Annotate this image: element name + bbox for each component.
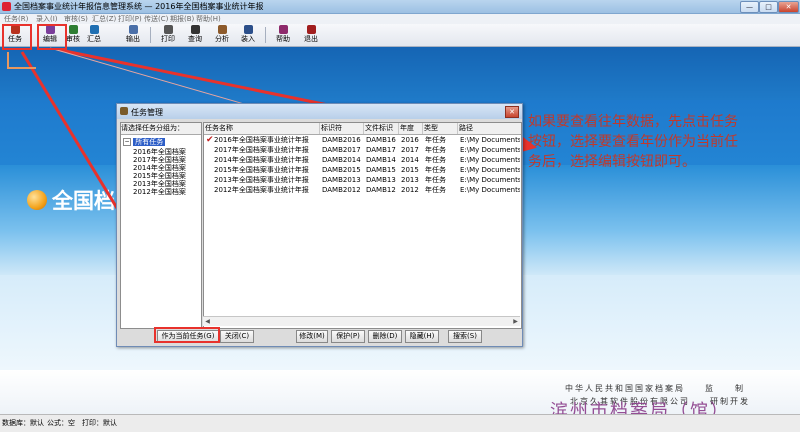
table-row[interactable]: 2015年全国档案事业统计年报 DAMB2015 DAMB15 2015 年任务…: [204, 166, 521, 175]
cell-year: 2013: [401, 176, 419, 184]
hide-button[interactable]: 隐藏(H): [405, 330, 439, 343]
cell-task-name: 2015年全国档案事业统计年报: [214, 166, 309, 174]
cell-path: E:\My Documents\全: [460, 136, 520, 144]
cell-type: 年任务: [425, 166, 446, 174]
dialog-icon: [120, 107, 128, 115]
task-manager-dialog: 任务管理 ✕ 请选择任务分组为： − 所有任务 2016年全国档案 2017年全…: [116, 103, 523, 347]
collapse-icon[interactable]: −: [123, 138, 131, 146]
cell-task-name: 2013年全国档案事业统计年报: [214, 176, 309, 184]
column-task-name[interactable]: 任务名称: [204, 123, 320, 134]
cell-task-name: 2012年全国档案事业统计年报: [214, 186, 309, 194]
task-button-highlight: [2, 24, 32, 50]
cell-file-id: DAMB16: [366, 136, 396, 144]
task-table: 任务名称 标识符 文件标识 年度 类型 路径 ✔ 2016年全国档案事业统计年报…: [203, 122, 522, 329]
scroll-right-icon[interactable]: ▶: [511, 317, 520, 326]
cell-path: E:\My Documents\全: [460, 166, 520, 174]
horizontal-scrollbar[interactable]: ◀ ▶: [203, 316, 520, 326]
guide-line: [49, 47, 259, 109]
cell-task-name: 2016年全国档案事业统计年报: [214, 136, 309, 144]
tree-root-label[interactable]: 所有任务: [133, 138, 166, 146]
cell-path: E:\My Documents\全: [460, 186, 520, 194]
cell-identifier: DAMB2013: [322, 176, 361, 184]
cell-type: 年任务: [425, 136, 446, 144]
modify-button[interactable]: 修改(M): [296, 330, 328, 343]
cell-path: E:\My Documents\全: [460, 146, 520, 154]
table-row[interactable]: 2014年全国档案事业统计年报 DAMB2014 DAMB14 2014 年任务…: [204, 156, 521, 165]
tree-header: 请选择任务分组为：: [121, 123, 201, 135]
column-identifier[interactable]: 标识符: [320, 123, 364, 134]
table-row[interactable]: 2017年全国档案事业统计年报 DAMB2017 DAMB17 2017 年任务…: [204, 146, 521, 155]
cell-file-id: DAMB14: [366, 156, 396, 164]
column-path[interactable]: 路径: [458, 123, 521, 134]
cell-identifier: DAMB2014: [322, 156, 361, 164]
cell-file-id: DAMB12: [366, 186, 396, 194]
dialog-title: 任务管理: [131, 108, 163, 117]
table-row[interactable]: ✔ 2016年全国档案事业统计年报 DAMB2016 DAMB16 2016 年…: [204, 136, 521, 145]
column-type[interactable]: 类型: [423, 123, 458, 134]
cell-type: 年任务: [425, 176, 446, 184]
cell-year: 2015: [401, 166, 419, 174]
table-row[interactable]: 2012年全国档案事业统计年报 DAMB2012 DAMB12 2012 年任务…: [204, 186, 521, 195]
cell-year: 2017: [401, 146, 419, 154]
cell-identifier: DAMB2012: [322, 186, 361, 194]
scroll-left-icon[interactable]: ◀: [203, 317, 212, 326]
table-row[interactable]: 2013年全国档案事业统计年报 DAMB2013 DAMB13 2013 年任务…: [204, 176, 521, 185]
close-dialog-button[interactable]: 关闭(C): [220, 330, 254, 343]
cell-path: E:\My Documents\全: [460, 156, 520, 164]
cell-file-id: DAMB15: [366, 166, 396, 174]
task-group-tree: 请选择任务分组为： − 所有任务 2016年全国档案 2017年全国档案 201…: [120, 122, 202, 329]
table-header: 任务名称 标识符 文件标识 年度 类型 路径: [204, 123, 521, 135]
edit-button-highlight: [37, 24, 67, 50]
cell-identifier: DAMB2015: [322, 166, 361, 174]
set-current-highlight: [154, 327, 220, 343]
search-button[interactable]: 搜索(S): [448, 330, 482, 343]
tree-root[interactable]: − 所有任务: [123, 137, 166, 147]
protect-button[interactable]: 保护(P): [331, 330, 365, 343]
cell-identifier: DAMB2017: [322, 146, 361, 154]
cell-task-name: 2017年全国档案事业统计年报: [214, 146, 309, 154]
cell-year: 2012: [401, 186, 419, 194]
cell-task-name: 2014年全国档案事业统计年报: [214, 156, 309, 164]
tree-item[interactable]: 2012年全国档案: [133, 187, 186, 197]
cell-file-id: DAMB17: [366, 146, 396, 154]
cell-type: 年任务: [425, 156, 446, 164]
column-year[interactable]: 年度: [399, 123, 423, 134]
cell-file-id: DAMB13: [366, 176, 396, 184]
delete-button[interactable]: 删除(D): [368, 330, 402, 343]
cell-year: 2014: [401, 156, 419, 164]
dialog-title-bar: 任务管理 ✕: [117, 104, 522, 119]
dialog-close-icon[interactable]: ✕: [505, 106, 519, 118]
cell-identifier: DAMB2016: [322, 136, 361, 144]
cell-path: E:\My Documents\全: [460, 176, 520, 184]
current-task-check-icon: ✔: [206, 135, 214, 145]
cell-year: 2016: [401, 136, 419, 144]
cell-type: 年任务: [425, 186, 446, 194]
column-file-id[interactable]: 文件标识: [364, 123, 399, 134]
cell-type: 年任务: [425, 146, 446, 154]
